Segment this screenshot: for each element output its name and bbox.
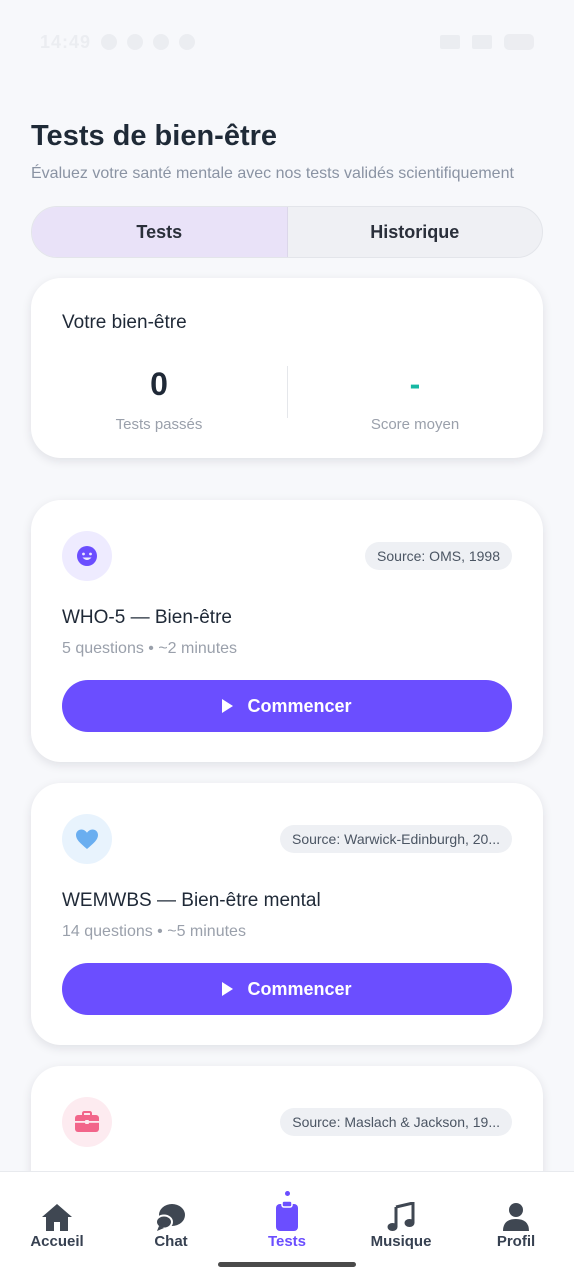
signal-icon (440, 35, 460, 49)
notification-icon (153, 34, 170, 50)
source-badge: Source: Warwick-Edinburgh, 20... (279, 825, 512, 853)
average-score-value: - (409, 366, 421, 402)
nav-item-chat[interactable]: Chat (121, 1196, 221, 1250)
notification-icon (127, 34, 144, 50)
status-bar: 14:49 (40, 28, 534, 56)
nav-item-profil[interactable]: Profil (466, 1196, 566, 1250)
clipboard-icon (275, 1196, 299, 1232)
average-score-label: Score moyen (370, 416, 460, 433)
status-left: 14:49 (40, 31, 196, 53)
nav-label: Chat (154, 1233, 188, 1250)
status-time: 14:49 (40, 31, 92, 52)
test-title: WEMWBS — Bien-être mental (62, 890, 321, 911)
wellbeing-card: Votre bien-être 0 Tests passés - Score m… (31, 278, 543, 458)
music-icon (387, 1196, 415, 1232)
heart-icon (62, 814, 112, 864)
test-card-wemwbs: Source: Warwick-Edinburgh, 20... WEMWBS … (31, 783, 543, 1045)
page-subtitle: Évaluez votre santé mentale avec nos tes… (31, 165, 514, 182)
source-badge: Source: OMS, 1998 (365, 542, 512, 570)
briefcase-icon (62, 1097, 112, 1147)
notification-icon (179, 34, 196, 50)
smiley-icon (62, 531, 112, 581)
test-title: WHO-5 — Bien-être (62, 607, 232, 628)
page-title: Tests de bien-être (31, 120, 278, 152)
screen: 14:49 Tests de bien-être Évaluez votre s… (0, 0, 574, 1280)
nav-item-accueil[interactable]: Accueil (7, 1196, 107, 1250)
wellbeing-title: Votre bien-être (62, 312, 187, 333)
test-card-who5: Source: OMS, 1998 WHO-5 — Bien-être 5 qu… (31, 500, 543, 762)
nav-item-tests[interactable]: Tests (237, 1196, 337, 1250)
start-button-label: Commencer (247, 695, 352, 716)
home-icon (41, 1196, 73, 1232)
start-button[interactable]: Commencer (62, 963, 512, 1015)
test-meta: 14 questions • ~5 minutes (62, 923, 246, 940)
start-button[interactable]: Commencer (62, 680, 512, 732)
source-badge: Source: Maslach & Jackson, 19... (280, 1108, 512, 1136)
tab-tests[interactable]: Tests (32, 207, 288, 257)
tab-historique[interactable]: Historique (288, 207, 543, 257)
nav-label: Tests (267, 1233, 307, 1250)
nav-label: Accueil (30, 1233, 84, 1250)
tests-passed-stat: 0 Tests passés (31, 366, 287, 433)
nav-label: Musique (370, 1233, 432, 1250)
tests-passed-value: 0 (150, 366, 168, 402)
nav-label: Profil (496, 1233, 536, 1250)
tests-passed-label: Tests passés (115, 416, 203, 433)
home-indicator (218, 1262, 356, 1267)
battery-icon (504, 34, 534, 50)
test-meta: 5 questions • ~2 minutes (62, 640, 238, 657)
profile-icon (501, 1196, 531, 1232)
chat-icon (155, 1196, 187, 1232)
play-icon (222, 699, 234, 713)
play-icon (222, 982, 234, 996)
notification-icon (101, 34, 118, 50)
nav-item-musique[interactable]: Musique (351, 1196, 451, 1250)
start-button-label: Commencer (247, 978, 352, 999)
tab-switcher: Tests Historique (31, 206, 543, 258)
status-right (440, 34, 534, 50)
average-score-stat: - Score moyen (287, 366, 543, 433)
wifi-icon (472, 35, 492, 49)
